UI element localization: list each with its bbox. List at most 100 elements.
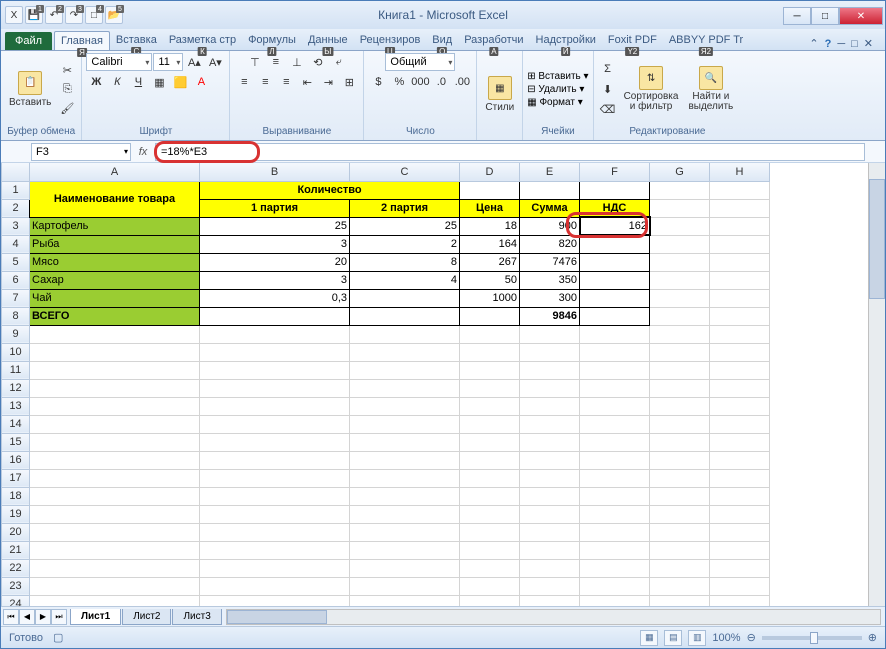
cell-empty[interactable] xyxy=(350,433,460,451)
row-header-15[interactable]: 15 xyxy=(2,433,30,451)
header-qty[interactable]: Количество xyxy=(200,181,460,199)
cell-empty[interactable] xyxy=(580,523,650,541)
comma-icon[interactable]: 000 xyxy=(410,73,430,91)
qat-new[interactable]: □4 xyxy=(85,6,103,24)
cell-empty[interactable] xyxy=(460,469,520,487)
ribbon-close-icon[interactable]: ✕ xyxy=(864,37,873,50)
hscroll-thumb[interactable] xyxy=(227,610,327,624)
border-button[interactable]: ▦ xyxy=(149,73,169,91)
maximize-button[interactable]: □ xyxy=(811,7,839,25)
tab-формулы[interactable]: ФормулыЛ xyxy=(242,31,302,50)
cell-empty[interactable] xyxy=(580,415,650,433)
cell-empty[interactable] xyxy=(460,505,520,523)
cell-empty[interactable] xyxy=(580,577,650,595)
cell-empty[interactable] xyxy=(460,487,520,505)
cell-empty[interactable] xyxy=(650,451,710,469)
cell-name-7[interactable]: Чай xyxy=(30,289,200,307)
cell-empty[interactable] xyxy=(710,505,770,523)
col-header-E[interactable]: E xyxy=(520,163,580,181)
cell-empty[interactable] xyxy=(710,325,770,343)
cell-empty[interactable] xyxy=(650,541,710,559)
cell-empty[interactable] xyxy=(650,343,710,361)
sheet-tab-Лист1[interactable]: Лист1 xyxy=(70,609,121,625)
row-header-3[interactable]: 3 xyxy=(2,217,30,235)
sheet-nav-next[interactable]: ▶ xyxy=(35,609,51,625)
qat-save[interactable]: 💾1 xyxy=(25,6,43,24)
cell-empty[interactable] xyxy=(710,397,770,415)
cell-empty[interactable] xyxy=(350,487,460,505)
currency-icon[interactable]: $ xyxy=(368,73,388,91)
cell-empty[interactable] xyxy=(30,469,200,487)
autosum-icon[interactable]: Σ xyxy=(598,60,618,78)
cell-empty[interactable] xyxy=(460,595,520,606)
row-header-23[interactable]: 23 xyxy=(2,577,30,595)
cell-empty[interactable] xyxy=(580,559,650,577)
number-format-combo[interactable]: Общий xyxy=(385,53,455,71)
row-header-18[interactable]: 18 xyxy=(2,487,30,505)
sort-filter-button[interactable]: ⇅ Сортировка и фильтр xyxy=(620,64,683,114)
minimize-button[interactable]: ─ xyxy=(783,7,811,25)
underline-button[interactable]: Ч xyxy=(128,73,148,91)
cell-empty[interactable] xyxy=(200,595,350,606)
cell-empty[interactable] xyxy=(460,577,520,595)
cell-empty[interactable] xyxy=(520,433,580,451)
tab-главная[interactable]: ГлавнаяЯ xyxy=(54,31,110,50)
cell-empty[interactable] xyxy=(200,397,350,415)
tab-рецензиров[interactable]: РецензировЦ xyxy=(354,31,427,50)
ribbon-minimize-icon[interactable]: ─ xyxy=(837,38,845,50)
cell-empty[interactable] xyxy=(650,595,710,606)
row-header-2[interactable]: 2 xyxy=(2,199,30,217)
cell-empty[interactable] xyxy=(30,577,200,595)
row-header-14[interactable]: 14 xyxy=(2,415,30,433)
delete-cells-button[interactable]: ⊟ Удалить ▾ xyxy=(527,84,588,95)
cell-empty[interactable] xyxy=(520,451,580,469)
col-header-C[interactable]: C xyxy=(350,163,460,181)
cell-empty[interactable] xyxy=(460,397,520,415)
cell-empty[interactable] xyxy=(520,361,580,379)
cell-empty[interactable] xyxy=(580,451,650,469)
cell-empty[interactable] xyxy=(200,505,350,523)
cell-empty[interactable] xyxy=(710,577,770,595)
row-header-19[interactable]: 19 xyxy=(2,505,30,523)
cell-total-sum[interactable]: 9846 xyxy=(520,307,580,325)
align-center-icon[interactable]: ≡ xyxy=(255,73,275,91)
horizontal-scrollbar[interactable] xyxy=(226,609,881,625)
header-nds[interactable]: НДС xyxy=(580,199,650,217)
header-p2[interactable]: 2 партия xyxy=(350,199,460,217)
cell-empty[interactable] xyxy=(200,577,350,595)
row-header-16[interactable]: 16 xyxy=(2,451,30,469)
cell-empty[interactable] xyxy=(200,469,350,487)
cell-empty[interactable] xyxy=(460,451,520,469)
bold-button[interactable]: Ж xyxy=(86,73,106,91)
qat-redo[interactable]: ↷3 xyxy=(65,6,83,24)
format-painter-button[interactable]: 🖌 xyxy=(57,99,77,117)
shrink-font-icon[interactable]: A▾ xyxy=(205,53,225,71)
format-cells-button[interactable]: ▦ Формат ▾ xyxy=(527,97,588,108)
cell-F6[interactable] xyxy=(580,271,650,289)
cell-empty[interactable] xyxy=(710,487,770,505)
cell-empty[interactable] xyxy=(580,469,650,487)
cell-empty[interactable] xyxy=(520,487,580,505)
cell-total-label[interactable]: ВСЕГО xyxy=(30,307,200,325)
cell-empty[interactable] xyxy=(650,379,710,397)
sheet-tab-Лист3[interactable]: Лист3 xyxy=(172,609,221,625)
row-header-21[interactable]: 21 xyxy=(2,541,30,559)
clear-icon[interactable]: ⌫ xyxy=(598,100,618,118)
tab-foxit pdf[interactable]: Foxit PDFY2 xyxy=(602,31,663,50)
tab-разметка стр[interactable]: Разметка стрК xyxy=(163,31,242,50)
cell-empty[interactable] xyxy=(350,361,460,379)
font-name-combo[interactable]: Calibri xyxy=(86,53,152,71)
cell-empty[interactable] xyxy=(520,325,580,343)
zoom-in-button[interactable]: ⊕ xyxy=(868,631,877,644)
cell-name-4[interactable]: Рыба xyxy=(30,235,200,253)
italic-button[interactable]: К xyxy=(107,73,127,91)
sheet-nav-prev[interactable]: ◀ xyxy=(19,609,35,625)
name-box[interactable]: F3 xyxy=(31,143,131,161)
ribbon-restore-icon[interactable]: □ xyxy=(851,38,858,50)
cell-empty[interactable] xyxy=(30,523,200,541)
cell-empty[interactable] xyxy=(350,343,460,361)
cell-empty[interactable] xyxy=(520,505,580,523)
row-header-7[interactable]: 7 xyxy=(2,289,30,307)
cell-empty[interactable] xyxy=(580,379,650,397)
cell-empty[interactable] xyxy=(460,379,520,397)
